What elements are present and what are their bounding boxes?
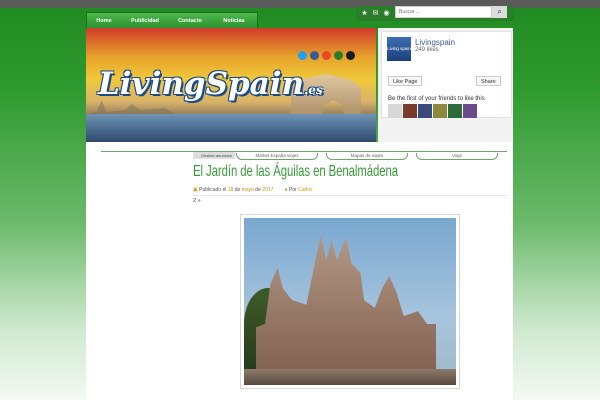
meta-author-prefix: Por (288, 187, 297, 193)
facebook-card: Living spain Livingspain 249 likes Like … (381, 31, 512, 118)
site-logo[interactable]: LivingSpain.es (98, 66, 323, 102)
friend-avatars (388, 104, 477, 118)
meta-de: de (255, 187, 261, 193)
facebook-page-thumb[interactable]: Living spain (387, 37, 411, 61)
nav-noticias[interactable]: Noticias (211, 13, 257, 29)
meta-month[interactable]: mayo (242, 187, 254, 193)
ads-badge: Gestión anuncios (193, 152, 235, 159)
image-castle (256, 236, 436, 385)
banner-harbor (86, 114, 376, 142)
meta-day[interactable]: 18 (228, 187, 234, 193)
post-meta: ▣ Publicado el 18 de mayo de 2017 ● Por … (193, 187, 313, 193)
facebook-friends-text: Be the first of your friends to like thi… (388, 96, 485, 102)
tab-mapas[interactable]: Mapas de viajes (326, 153, 408, 160)
facebook-widget: Living spain Livingspain 249 likes Like … (378, 28, 513, 142)
facebook-likes: 249 likes (415, 47, 439, 53)
comment-count[interactable]: 2 ● (188, 198, 206, 206)
meta-divider (193, 195, 507, 196)
share-button[interactable]: Share (476, 76, 501, 86)
meta-author[interactable]: Carlos (298, 187, 312, 193)
nav-publicidad[interactable]: Publicidad (121, 13, 169, 29)
meta-de: de (234, 187, 241, 193)
comment-icon: ● (197, 198, 201, 204)
avatar[interactable] (448, 104, 462, 118)
post-image-frame (240, 214, 460, 389)
star-icon[interactable]: ★ (361, 10, 368, 17)
social-icons (298, 51, 355, 60)
post-tabs: Market España viajes Mapas de viajes Via… (236, 153, 498, 160)
like-page-button[interactable]: Like Page (388, 76, 423, 86)
stumbleupon-icon[interactable] (322, 51, 331, 60)
avatar[interactable] (403, 104, 417, 118)
tab-viaje[interactable]: Viaje (416, 153, 498, 160)
reddit-icon[interactable] (334, 51, 343, 60)
search-input[interactable] (395, 6, 492, 18)
logo-suffix: .es (304, 83, 323, 97)
facebook-icon[interactable] (310, 51, 319, 60)
nav-contacto[interactable]: Contacto (169, 13, 211, 29)
logo-text: LivingSpain (98, 66, 305, 102)
avatar[interactable] (433, 104, 447, 118)
meta-year[interactable]: 2017 (262, 187, 273, 193)
facebook-page-name[interactable]: Livingspain (415, 38, 455, 47)
avatar[interactable] (418, 104, 432, 118)
header-banner: LivingSpain.es (86, 28, 376, 142)
image-ground (244, 369, 456, 385)
post-image[interactable] (244, 218, 456, 385)
twitter-icon[interactable] (298, 51, 307, 60)
avatar[interactable] (463, 104, 477, 118)
tab-market[interactable]: Market España viajes (236, 153, 318, 160)
rss-icon[interactable]: ◉ (383, 10, 390, 17)
section-divider (101, 151, 507, 152)
post-title[interactable]: El Jardín de las Águilas en Benalmádena (193, 163, 398, 181)
meta-prefix: Publicado el (199, 187, 227, 193)
nav-home[interactable]: Home (87, 13, 121, 29)
search-icon[interactable]: ⌕ (492, 6, 507, 18)
calendar-icon: ▣ (193, 187, 198, 193)
avatar[interactable] (388, 104, 402, 118)
delicious-icon[interactable] (346, 51, 355, 60)
author-icon: ● (284, 187, 288, 193)
mail-icon[interactable]: ✉ (372, 10, 379, 17)
comment-number: 2 (193, 198, 197, 204)
